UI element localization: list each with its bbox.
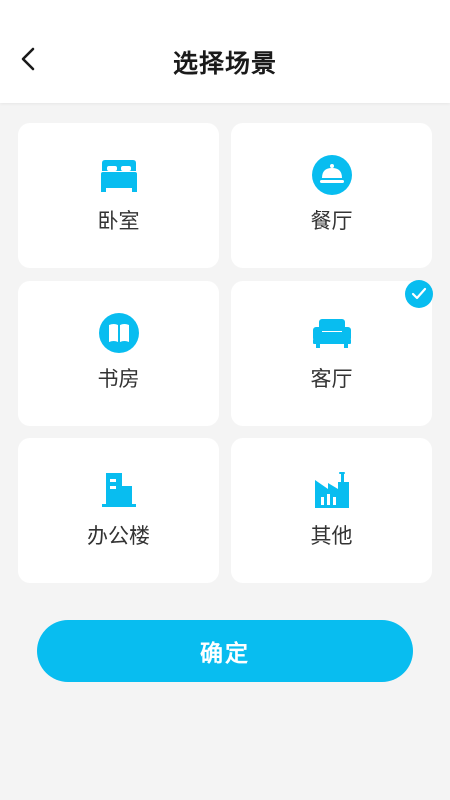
scene-card-other[interactable]: 其他 (231, 438, 432, 583)
factory-icon (314, 472, 349, 508)
confirm-button[interactable]: 确定 (37, 620, 413, 682)
office-building-icon (101, 473, 136, 507)
sofa-icon (312, 319, 351, 348)
check-icon (411, 287, 427, 300)
scene-card-office-building[interactable]: 办公楼 (18, 438, 219, 583)
scene-label: 客厅 (310, 367, 353, 391)
book-icon (98, 313, 139, 353)
selected-check-badge (405, 280, 433, 308)
bed-icon (100, 160, 137, 192)
scene-card-study[interactable]: 书房 (18, 281, 219, 426)
scene-label: 餐厅 (310, 209, 353, 233)
scene-card-bedroom[interactable]: 卧室 (18, 123, 219, 268)
cloche-icon (311, 155, 352, 195)
scene-label: 其他 (310, 524, 353, 548)
scene-label: 办公楼 (87, 524, 150, 548)
scene-card-living-room[interactable]: 客厅 (231, 281, 432, 426)
scene-label: 书房 (97, 367, 140, 391)
scene-label: 卧室 (97, 209, 140, 233)
scene-card-dining[interactable]: 餐厅 (231, 123, 432, 268)
